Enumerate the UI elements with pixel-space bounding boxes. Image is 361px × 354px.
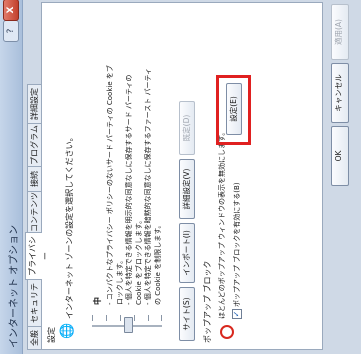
privacy-level-description: - コンパクトなプライバシー ポリシーのないサード パーティの Cookie を… [106,65,162,305]
tab-advanced[interactable]: 詳細設定 [27,84,41,124]
slider-tick [148,315,149,321]
zone-instruction-text: インターネット ゾーンの設定を選択してください。 [65,133,74,319]
cancel-button[interactable]: キャンセル [331,63,349,123]
tab-privacy[interactable]: プライバシー [25,232,50,280]
close-button[interactable]: X [3,0,19,21]
ok-button[interactable]: OK [331,126,349,186]
internet-options-dialog: インターネット オプション ? X 全般 セキュリティ プライバシー コンテンツ… [0,0,361,354]
popup-checkbox-label: ポップアップ ブロックを有効にする(B) [233,182,241,307]
popup-group-label: ポップアップ ブロック [203,260,212,343]
tab-content[interactable]: コンテンツ [27,191,41,233]
settings-group-label: 設定 [47,327,56,343]
title-bar: インターネット オプション ? X [0,0,23,354]
privacy-slider-thumb[interactable] [124,317,133,333]
slider-tick [120,315,121,321]
tab-security[interactable]: セキュリティ [27,279,52,327]
sites-button[interactable]: サイト(S) [179,287,195,341]
block-icon [220,325,234,339]
popup-description: ほとんどのポップアップ ウィンドウの表示を無効にします。 [218,128,226,319]
tab-connections[interactable]: 接続 [27,166,41,192]
highlight-box [216,75,251,145]
apply-button[interactable]: 適用(A) [331,4,349,60]
tab-strip: 全般 セキュリティ プライバシー コンテンツ 接続 プログラム 詳細設定 [25,4,52,350]
privacy-level-label: 中 [93,297,102,305]
tab-programs[interactable]: プログラム [27,123,41,167]
window-title: インターネット オプション [9,224,20,348]
help-button[interactable]: ? [3,20,19,42]
slider-tick [161,315,162,321]
popup-blocker-checkbox[interactable]: ✓ [232,309,242,319]
slider-tick [134,315,135,321]
privacy-panel: 設定 🌐 インターネット ゾーンの設定を選択してください。 中 - コンパクトな… [41,2,323,350]
globe-icon: 🌐 [60,322,75,339]
default-button[interactable]: 既定(D) [179,101,195,155]
slider-tick [106,315,107,321]
import-button[interactable]: インポート(I) [179,223,195,283]
advanced-button[interactable]: 詳細設定(V) [179,159,195,219]
slider-tick [92,315,93,321]
screenshot-stage: インターネット オプション ? X 全般 セキュリティ プライバシー コンテンツ… [0,0,361,354]
tab-general[interactable]: 全般 [27,326,41,350]
